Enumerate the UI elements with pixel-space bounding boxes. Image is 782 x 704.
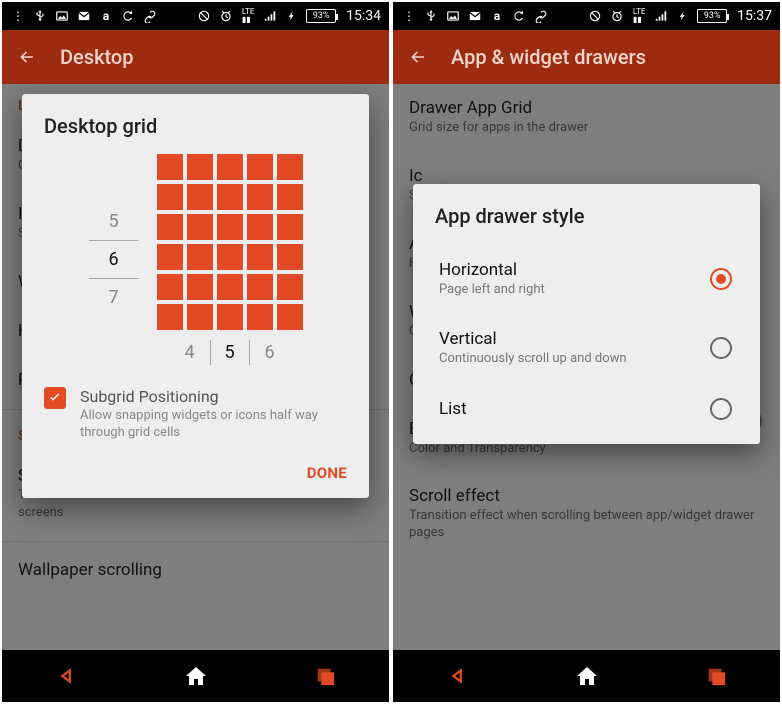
- settings-list: L DG IcS W H P S ST screens Wallpaper sc…: [2, 84, 389, 650]
- row-option[interactable]: 7: [89, 279, 139, 316]
- dnd-icon: [587, 8, 603, 24]
- app-bar: App & widget drawers: [393, 30, 780, 84]
- subgrid-sub: Allow snapping widgets or icons half way…: [80, 408, 347, 442]
- mail-icon: [467, 8, 483, 24]
- page-title: Desktop: [60, 45, 134, 69]
- charging-icon: [675, 8, 691, 24]
- usb-icon: [423, 8, 439, 24]
- app-bar: Desktop: [2, 30, 389, 84]
- sync-icon: [120, 8, 136, 24]
- back-icon[interactable]: [409, 48, 427, 66]
- nav-bar: [2, 650, 389, 702]
- app-drawer-style-dialog: App drawer style Horizontal Page left an…: [413, 184, 760, 444]
- done-button[interactable]: DONE: [44, 464, 347, 482]
- desktop-grid-dialog: Desktop grid 5 6 7: [22, 94, 369, 498]
- option-horizontal[interactable]: Horizontal Page left and right: [435, 244, 738, 313]
- col-option[interactable]: 6: [250, 340, 290, 365]
- nav-back[interactable]: [52, 661, 82, 691]
- nav-recent[interactable]: [701, 661, 731, 691]
- option-sub: Page left and right: [439, 282, 545, 297]
- signal-icon: [653, 8, 669, 24]
- alarm-icon: [218, 8, 234, 24]
- option-sub: Continuously scroll up and down: [439, 351, 627, 366]
- right-screenshot: ⋮ a LTE▮▮ 93% 15:37 App & widget drawers…: [391, 0, 782, 704]
- option-label: Horizontal: [439, 260, 545, 280]
- page-title: App & widget drawers: [451, 45, 646, 69]
- amazon-icon: a: [98, 8, 114, 24]
- lte-icon: LTE▮▮: [240, 8, 256, 24]
- status-time: 15:34: [346, 8, 381, 24]
- radio-unselected[interactable]: [710, 337, 732, 359]
- dialog-title: App drawer style: [435, 204, 738, 228]
- col-option[interactable]: 4: [170, 340, 210, 365]
- status-bar: ⋮ a LTE▮▮ 93% 15:34: [2, 2, 389, 30]
- link-icon: [533, 8, 549, 24]
- radio-selected[interactable]: [710, 268, 732, 290]
- subgrid-checkbox[interactable]: [44, 387, 66, 409]
- dnd-icon: [196, 8, 212, 24]
- image-icon: [54, 8, 70, 24]
- option-label: Vertical: [439, 329, 627, 349]
- row-option-selected[interactable]: 6: [89, 240, 139, 279]
- link-icon: [142, 8, 158, 24]
- more-icon: ⋮: [10, 8, 26, 24]
- settings-list: Drawer App GridGrid size for apps in the…: [393, 84, 780, 650]
- mail-icon: [76, 8, 92, 24]
- nav-home[interactable]: [181, 661, 211, 691]
- battery-icon: 93%: [306, 9, 336, 23]
- nav-bar: [393, 650, 780, 702]
- sync-icon: [511, 8, 527, 24]
- battery-icon: 93%: [697, 9, 727, 23]
- amazon-icon: a: [489, 8, 505, 24]
- dialog-title: Desktop grid: [44, 114, 347, 138]
- option-label: List: [439, 399, 467, 419]
- grid-preview: [157, 154, 303, 330]
- left-screenshot: ⋮ a LTE▮▮ 93% 15:34 Desktop L DG IcS W H…: [0, 0, 391, 704]
- image-icon: [445, 8, 461, 24]
- row-option[interactable]: 5: [89, 203, 139, 240]
- nav-recent[interactable]: [310, 661, 340, 691]
- nav-home[interactable]: [572, 661, 602, 691]
- subgrid-label: Subgrid Positioning: [80, 387, 347, 406]
- lte-icon: LTE▮▮: [631, 8, 647, 24]
- more-icon: ⋮: [401, 8, 417, 24]
- radio-unselected[interactable]: [710, 398, 732, 420]
- option-list[interactable]: List: [435, 382, 738, 436]
- alarm-icon: [609, 8, 625, 24]
- usb-icon: [32, 8, 48, 24]
- col-picker[interactable]: 4 5 6: [157, 340, 303, 365]
- option-vertical[interactable]: Vertical Continuously scroll up and down: [435, 313, 738, 382]
- signal-icon: [262, 8, 278, 24]
- row-picker[interactable]: 5 6 7: [89, 154, 139, 365]
- back-icon[interactable]: [18, 48, 36, 66]
- nav-back[interactable]: [443, 661, 473, 691]
- status-bar: ⋮ a LTE▮▮ 93% 15:37: [393, 2, 780, 30]
- status-time: 15:37: [737, 8, 772, 24]
- charging-icon: [284, 8, 300, 24]
- col-option-selected[interactable]: 5: [210, 340, 250, 365]
